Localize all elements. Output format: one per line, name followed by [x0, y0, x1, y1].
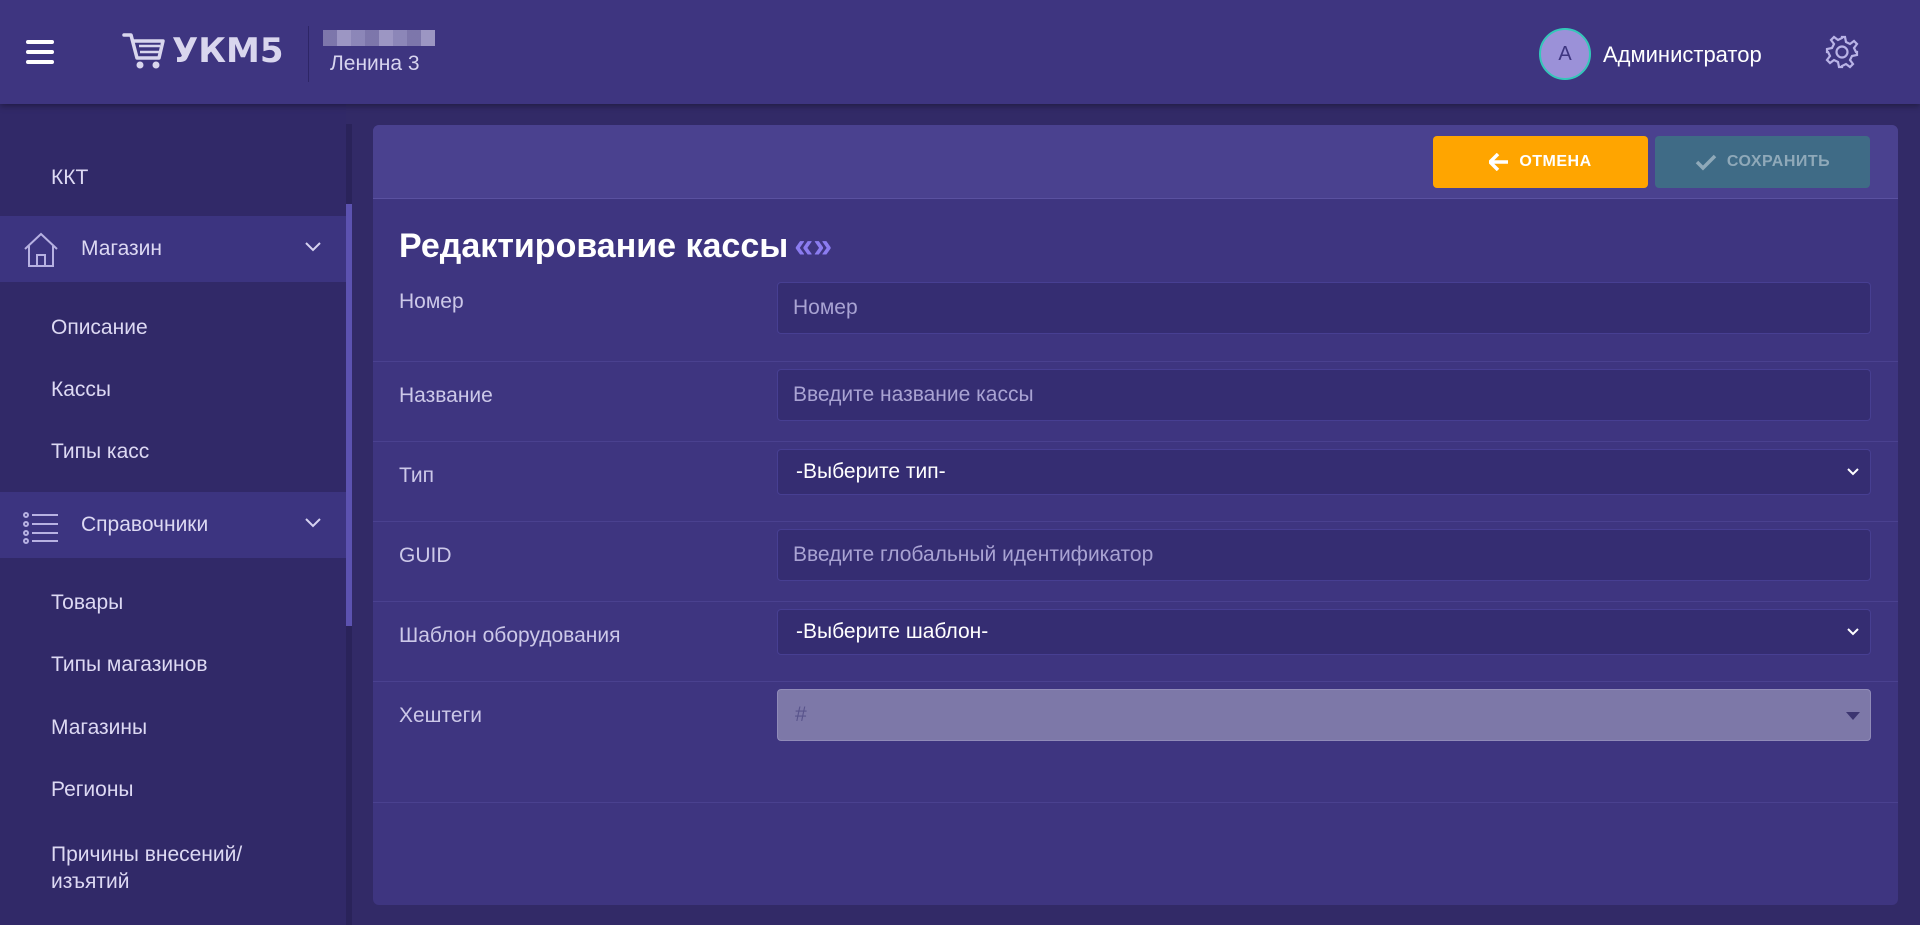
sidebar-item-store-types[interactable]: Типы магазинов	[51, 653, 208, 677]
chevron-down-icon	[1847, 628, 1859, 636]
form-row-template: Шаблон оборудования -Выберите шаблон-	[373, 602, 1898, 682]
chevron-down-icon	[305, 242, 321, 252]
list-icon	[23, 512, 58, 544]
type-select[interactable]: -Выберите тип-	[777, 449, 1871, 495]
cancel-button-label: ОТМЕНА	[1519, 153, 1592, 170]
form-row-guid: GUID	[373, 522, 1898, 602]
template-select-value: -Выберите шаблон-	[796, 620, 989, 643]
checkmark-icon	[1695, 153, 1717, 171]
tags-input[interactable]: #	[777, 689, 1871, 741]
edit-panel: ОТМЕНА СОХРАНИТЬ Редактирование кассы «» …	[373, 125, 1898, 905]
sidebar-item-register-types[interactable]: Типы касс	[51, 440, 149, 464]
form-row-type: Тип -Выберите тип-	[373, 442, 1898, 522]
page-title-quotes: «»	[794, 227, 833, 265]
name-label: Название	[399, 384, 493, 407]
gear-icon[interactable]	[1824, 34, 1860, 70]
page-title-text: Редактирование кассы	[399, 227, 789, 265]
cart-icon	[122, 33, 165, 69]
number-label: Номер	[399, 290, 464, 313]
sidebar-group-label: Справочники	[81, 513, 209, 536]
app-logo[interactable]: УКМ5	[122, 28, 284, 74]
chevron-down-icon	[1847, 468, 1859, 476]
menu-icon[interactable]	[26, 40, 54, 64]
blurred-store-label	[323, 30, 435, 46]
top-header: УКМ5 Ленина 3 А Администратор	[0, 0, 1920, 104]
logo-text: УКМ5	[172, 31, 284, 71]
sidebar-item-regions[interactable]: Регионы	[51, 778, 134, 802]
sidebar-item-registers[interactable]: Кассы	[51, 378, 111, 402]
store-name[interactable]: Ленина 3	[330, 52, 420, 76]
form-row-name: Название	[373, 362, 1898, 442]
cancel-button[interactable]: ОТМЕНА	[1433, 136, 1648, 188]
sidebar-item-kkt[interactable]: ККТ	[51, 166, 88, 190]
tags-label: Хештеги	[399, 704, 482, 727]
type-select-value: -Выберите тип-	[796, 460, 946, 483]
avatar[interactable]: А	[1539, 28, 1591, 80]
sidebar-group-label: Магазин	[81, 237, 163, 260]
template-label: Шаблон оборудования	[399, 624, 621, 647]
sidebar-group-store[interactable]: Магазин	[0, 216, 346, 282]
arrow-left-icon	[1489, 153, 1509, 171]
sidebar-item-reasons-line2: изъятий	[51, 870, 130, 893]
type-label: Тип	[399, 464, 435, 487]
number-input[interactable]	[777, 282, 1871, 334]
guid-input[interactable]	[777, 529, 1871, 581]
sidebar-item-reasons-line1: Причины внесений/	[51, 843, 243, 866]
user-name[interactable]: Администратор	[1603, 42, 1762, 68]
header-divider	[308, 26, 309, 82]
tags-placeholder: #	[795, 703, 807, 726]
form-row-tags: Хештеги #	[373, 682, 1898, 762]
sidebar-item-description[interactable]: Описание	[51, 316, 148, 340]
name-input[interactable]	[777, 369, 1871, 421]
form-divider	[373, 802, 1898, 803]
save-button[interactable]: СОХРАНИТЬ	[1655, 136, 1870, 188]
sidebar-item-goods[interactable]: Товары	[51, 591, 123, 615]
form-row-number: Номер	[373, 282, 1898, 362]
sidebar-scrollbar-thumb[interactable]	[346, 204, 352, 626]
save-button-label: СОХРАНИТЬ	[1726, 153, 1831, 170]
page-title: Редактирование кассы «»	[399, 227, 832, 266]
sidebar-item-reasons[interactable]: Причины внесений/ изъятий	[51, 841, 242, 895]
guid-label: GUID	[399, 544, 452, 567]
template-select[interactable]: -Выберите шаблон-	[777, 609, 1871, 655]
home-icon	[24, 232, 58, 267]
sidebar-group-references[interactable]: Справочники	[0, 492, 346, 558]
toolbar: ОТМЕНА СОХРАНИТЬ	[373, 125, 1898, 199]
sidebar-item-stores[interactable]: Магазины	[51, 716, 147, 740]
caret-down-icon	[1846, 712, 1860, 720]
chevron-down-icon	[305, 518, 321, 528]
